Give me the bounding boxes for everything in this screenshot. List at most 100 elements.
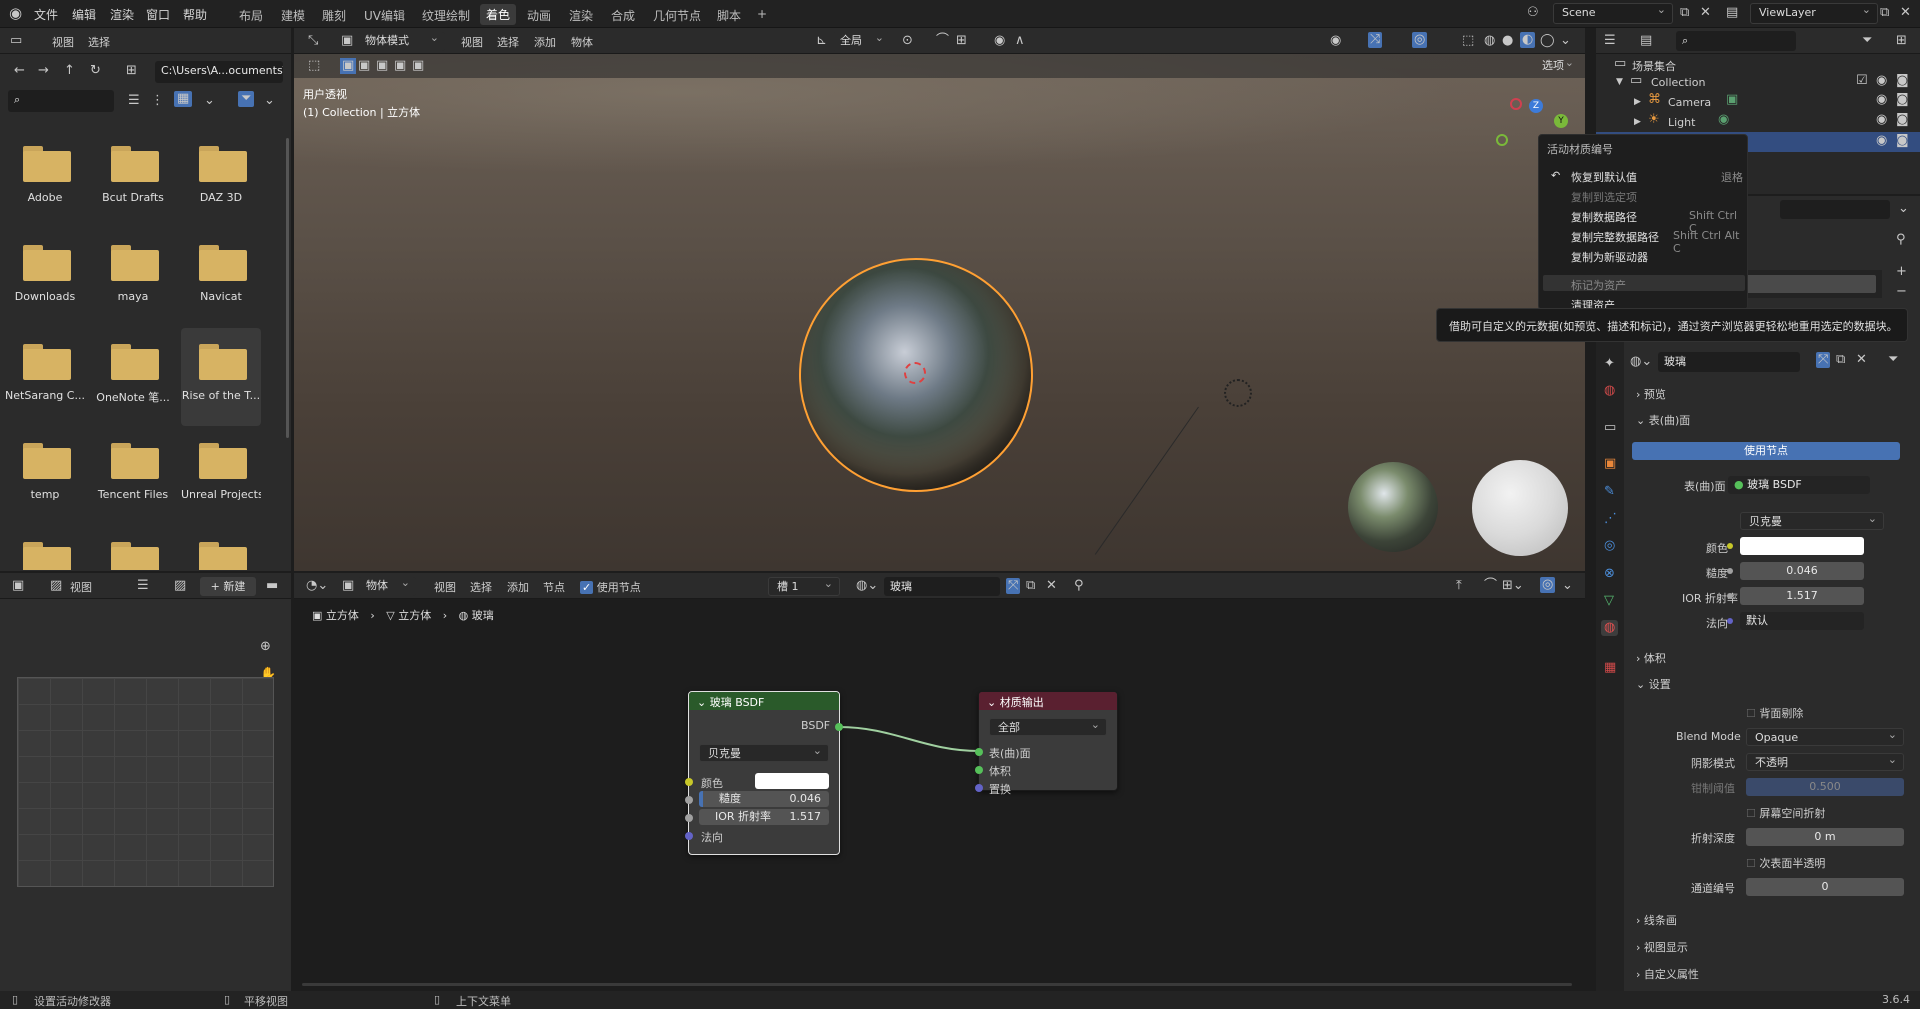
delete-scene-icon[interactable]: ✕ [1700, 5, 1711, 21]
scrollbar[interactable] [286, 138, 289, 438]
image-icon[interactable]: ▨ [50, 578, 62, 594]
collection-tab-icon[interactable]: ▭ [1604, 420, 1616, 436]
unlink-material-icon[interactable]: ✕ [1856, 352, 1867, 368]
snap-icon[interactable]: ⌒ [936, 33, 949, 49]
short-list-icon[interactable]: ⋮ [151, 93, 164, 109]
gizmo-x-neg[interactable] [1510, 98, 1522, 110]
expand-icon[interactable]: ▶ [1634, 94, 1641, 110]
section-surface[interactable]: ⌄ 表(曲)面 [1636, 412, 1690, 428]
menu-item-copy-to-selected[interactable]: 复制到选定项 [1571, 189, 1637, 205]
new-folder-icon[interactable]: ⊞ [126, 63, 137, 79]
light-data-icon[interactable]: ◉ [1718, 112, 1729, 128]
select-extend-icon[interactable]: ▣ [358, 58, 370, 74]
folder-item[interactable] [5, 532, 85, 570]
shader-editor[interactable]: ◔⌄ ▣ 物体 视图 选择 添加 节点 ✓ 使用节点 槽 1 ◍⌄ 玻璃 ⤧ ⧉… [294, 573, 1585, 991]
select-intersect-icon[interactable]: ▣ [412, 58, 424, 74]
gizmo-y[interactable]: Y [1554, 114, 1568, 128]
new-collection-icon[interactable]: ⊞ [1896, 33, 1907, 49]
section-volume[interactable]: › 体积 [1636, 650, 1666, 666]
tab-geometry-nodes[interactable]: 几何节点 [653, 7, 701, 24]
constraints-tab-icon[interactable]: ⊗ [1604, 566, 1615, 582]
color-field[interactable] [1740, 537, 1864, 555]
solid-shading-icon[interactable]: ● [1502, 33, 1513, 49]
display-mode-icon[interactable]: ▤ [1640, 33, 1652, 49]
menu-edit[interactable]: 编辑 [72, 6, 96, 23]
folder-item[interactable] [93, 532, 173, 570]
new-scene-icon[interactable]: ⧉ [1680, 5, 1689, 21]
display-settings-icon[interactable]: ⌄ [204, 93, 215, 109]
node-roughness-field[interactable]: 糙度 0.046 [699, 791, 829, 807]
menu-window[interactable]: 窗口 [146, 6, 170, 23]
camera-render-icon[interactable]: ◙ [1896, 112, 1909, 128]
editor-type-icon[interactable]: ▣ [12, 578, 24, 594]
ie-menu-view[interactable]: 视图 [70, 579, 92, 595]
folder-item[interactable]: Downloads [5, 235, 85, 327]
surface-shader-field[interactable]: ● 玻璃 BSDF [1728, 476, 1870, 494]
editor-type-icon[interactable]: ☰ [1604, 33, 1616, 49]
refraction-depth-field[interactable]: 0 m [1746, 828, 1904, 846]
ssr-checkbox[interactable]: ☐ 屏幕空间折射 [1746, 805, 1825, 821]
open-image-icon[interactable]: ▬ [266, 578, 278, 594]
back-icon[interactable]: ← [14, 63, 25, 79]
properties-search[interactable] [1780, 200, 1890, 219]
falloff-icon[interactable]: ∧ [1015, 33, 1025, 49]
folder-item[interactable]: NetSarang C... [5, 334, 85, 426]
physics-tab-icon[interactable]: ◎ [1604, 538, 1615, 554]
editor-type-icon[interactable]: ⤡ [308, 33, 318, 49]
section-preview[interactable]: › 预览 [1636, 386, 1666, 402]
node-color-field[interactable] [755, 773, 829, 789]
eye-icon[interactable]: ◉ [1876, 92, 1887, 108]
gizmo-y-neg[interactable] [1496, 134, 1508, 146]
forward-icon[interactable]: → [38, 63, 49, 79]
overlay-toggle-icon[interactable]: ◎ [1412, 32, 1428, 48]
folder-item[interactable]: Navicat [181, 235, 261, 327]
uv-grid[interactable] [17, 677, 274, 887]
shadow-mode-dropdown[interactable]: 不透明 [1746, 751, 1904, 771]
add-workspace-icon[interactable]: + [757, 7, 767, 21]
glass-bsdf-node[interactable]: ⌄ 玻璃 BSDF BSDF 贝克曼 颜色 糙度 0.046 IOR 折射率 1.5… [685, 691, 843, 855]
select-tool-icon[interactable]: ⬚ [308, 58, 320, 74]
material-preview-icon[interactable]: ◐ [1520, 32, 1536, 48]
scene-selector[interactable]: Scene [1553, 1, 1673, 24]
parent-dir-icon[interactable]: ↑ [64, 63, 75, 79]
view-layer-selector[interactable]: ViewLayer [1750, 1, 1878, 24]
menu-item-copy-full-data-path[interactable]: 复制完整数据路径 [1571, 229, 1659, 245]
fake-user-icon[interactable]: ⤧ [1816, 352, 1831, 368]
tab-texture-paint[interactable]: 纹理绘制 [422, 7, 470, 24]
volume-input-socket[interactable] [975, 766, 983, 774]
new-image-button[interactable]: + 新建 [200, 577, 256, 596]
tab-compositing[interactable]: 合成 [611, 7, 635, 24]
tab-sculpting[interactable]: 雕刻 [322, 7, 346, 24]
search-input[interactable]: ⌕ [8, 90, 114, 112]
vp-menu-view[interactable]: 视图 [461, 34, 483, 50]
3d-viewport[interactable]: ⤡ ▣ 物体模式 视图 选择 添加 物体 ⊾ 全局 ⊙ ⌒ ⊞ ◉ ∧ ◉ ⤨ … [294, 28, 1585, 571]
roughness-input-socket[interactable] [685, 796, 693, 804]
outliner-item-light[interactable]: Light [1668, 116, 1695, 129]
expand-icon[interactable]: ▶ [1634, 114, 1641, 130]
new-view-layer-icon[interactable]: ⧉ [1880, 5, 1889, 21]
folder-item[interactable]: Bcut Drafts [93, 136, 173, 228]
sss-checkbox[interactable]: ☐ 次表面半透明 [1746, 855, 1825, 871]
distribution-dropdown[interactable]: 贝克曼 [1740, 510, 1884, 530]
folder-item[interactable]: temp [5, 433, 85, 525]
menu-list-icon[interactable]: ☰ [137, 578, 149, 594]
normal-field[interactable]: 默认 [1740, 612, 1864, 630]
add-slot-icon[interactable]: + [1896, 264, 1907, 280]
select-invert-icon[interactable]: ▣ [394, 58, 406, 74]
scene-icon[interactable]: ⚇ [1527, 5, 1539, 21]
wireframe-shading-icon[interactable]: ◍ [1484, 33, 1495, 49]
material-output-node[interactable]: ⌄ 材质输出 全部 表(曲)面 体积 置换 [975, 691, 1118, 796]
displacement-input-socket[interactable] [975, 784, 983, 792]
eye-icon[interactable]: ◉ [1876, 73, 1887, 89]
eye-icon[interactable]: ◉ [1876, 133, 1887, 149]
tab-layout[interactable]: 布局 [239, 7, 263, 24]
xray-icon[interactable]: ⬚ [1462, 33, 1474, 49]
folder-item[interactable]: Adobe [5, 136, 85, 228]
modifier-tab-icon[interactable]: ✎ [1604, 484, 1615, 500]
path-field[interactable]: C:\Users\A...ocuments\ [155, 61, 283, 83]
view-layer-icon[interactable]: ▤ [1726, 5, 1738, 21]
surface-input-socket[interactable] [975, 748, 983, 756]
orientation-icon[interactable]: ⊾ [816, 33, 827, 49]
editor-type-icon[interactable]: ▭ [10, 33, 22, 49]
light-object[interactable] [1224, 379, 1252, 407]
